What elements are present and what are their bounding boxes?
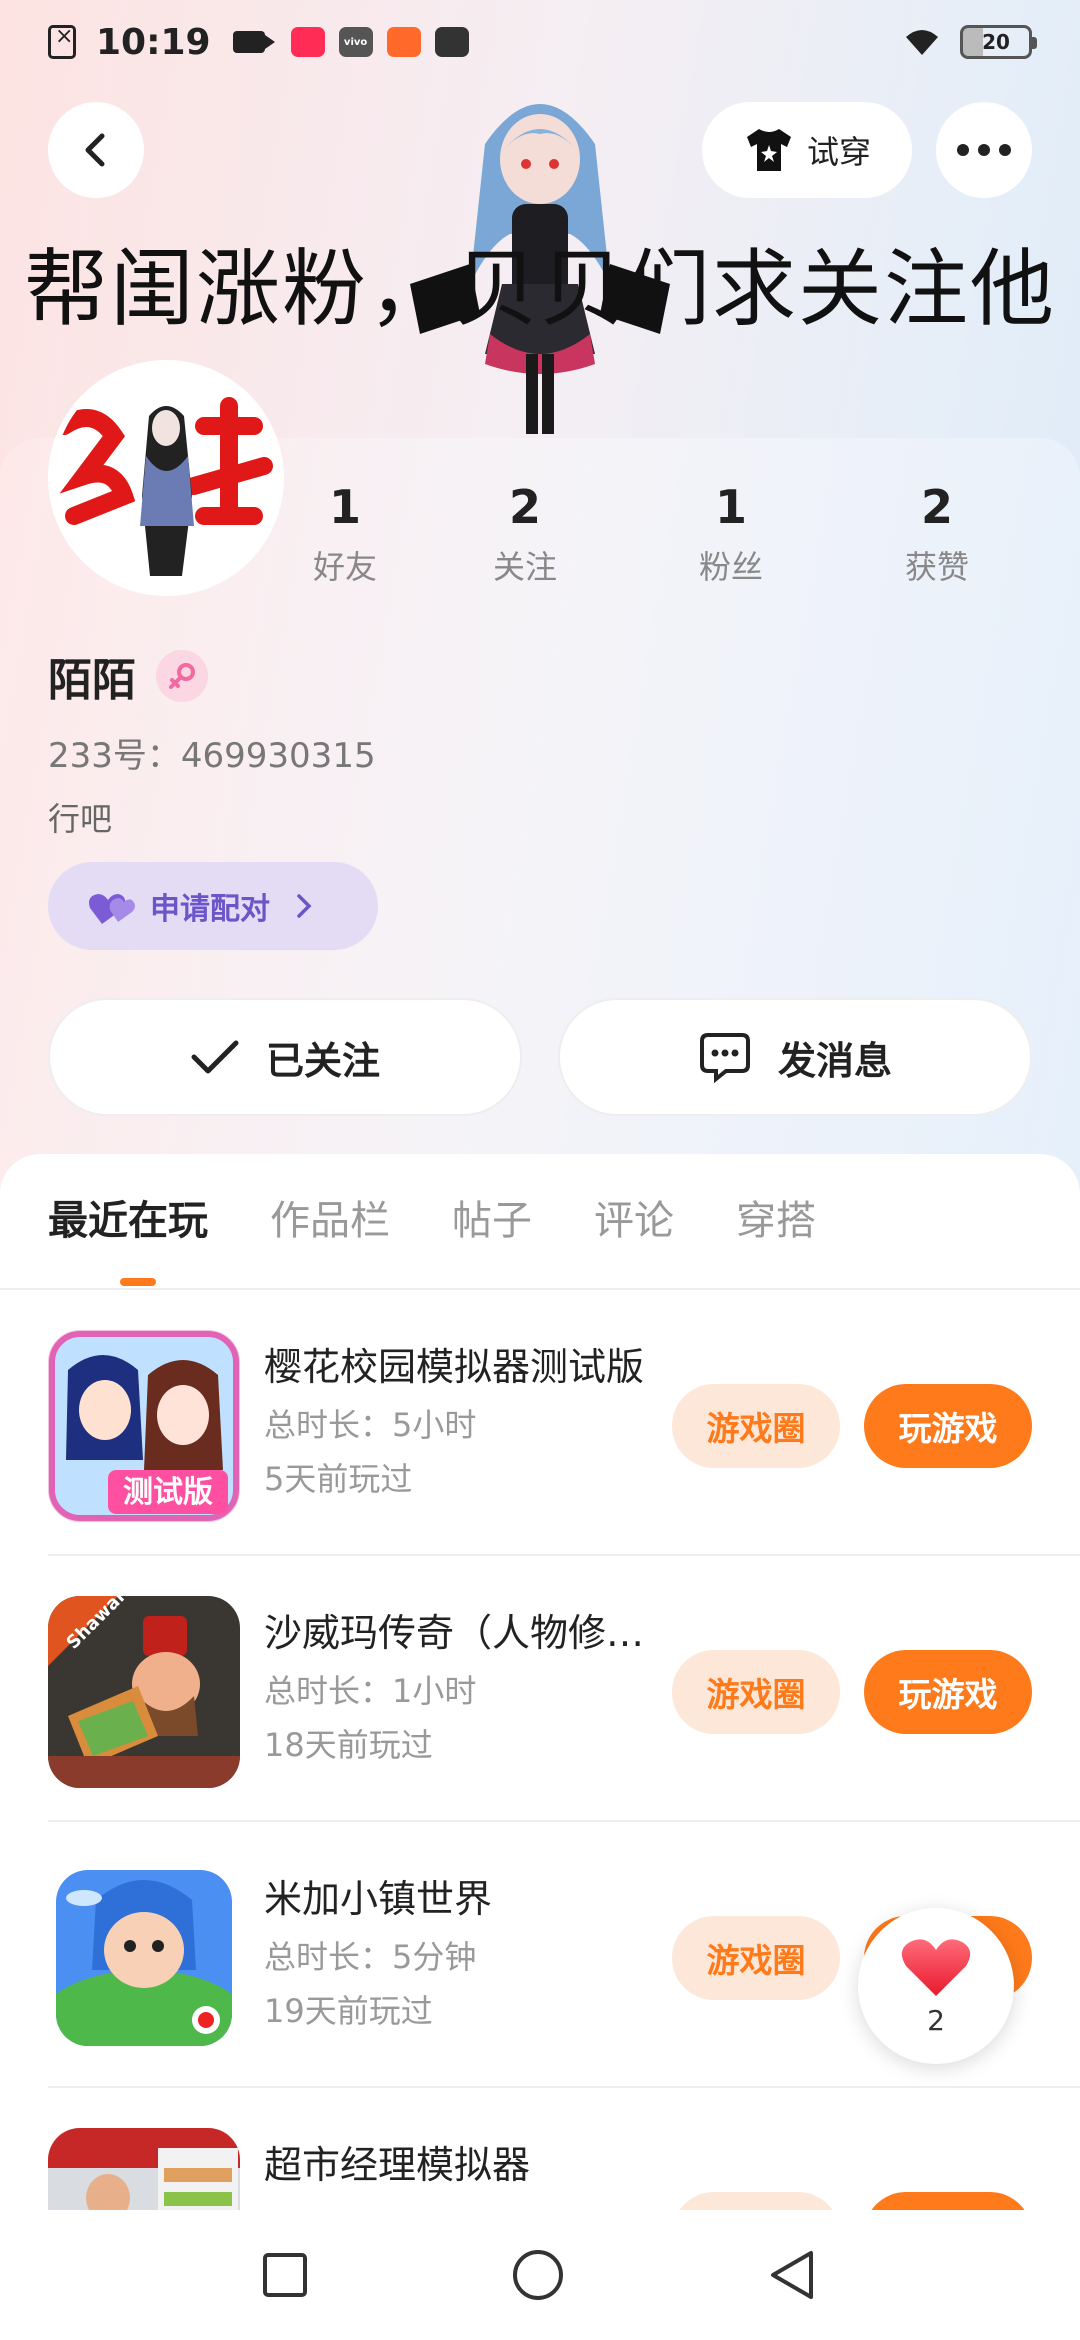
game-title: 樱花校园模拟器测试版 <box>264 1345 645 1389</box>
followed-button[interactable]: 已关注 <box>48 998 522 1116</box>
user-avatar[interactable] <box>48 360 284 596</box>
stat-friends-label: 好友 <box>312 548 377 586</box>
game-duration: 总时长：5小时 <box>264 1406 477 1444</box>
stat-following-count: 2 <box>508 480 541 534</box>
battery-level: 20 <box>982 30 1010 54</box>
play-game-button[interactable]: 玩游戏 <box>864 1650 1032 1734</box>
stat-fans-label: 粉丝 <box>698 548 763 586</box>
like-count: 2 <box>927 2003 945 2037</box>
battery-icon: 20 <box>960 25 1037 59</box>
name-row: 陌陌 <box>48 644 208 708</box>
content-panel: 最近在玩 作品栏 帖子 评论 穿搭 测试版 樱花校园模拟器测试版 总时长：5小时… <box>0 1154 1080 2284</box>
tshirt-icon <box>746 129 791 171</box>
active-tab-indicator <box>120 1278 156 1286</box>
user-bio: 行吧 <box>48 800 113 838</box>
game-circle-button[interactable]: 游戏圈 <box>672 1650 840 1734</box>
stat-likes[interactable]: 2 获赞 <box>862 480 1012 588</box>
game-circle-button[interactable]: 游戏圈 <box>672 1384 840 1468</box>
stat-friends[interactable]: 1 好友 <box>270 480 420 588</box>
recents-square-icon[interactable] <box>261 2251 309 2299</box>
user-name: 陌陌 <box>48 655 136 706</box>
game-last-played: 18天前玩过 <box>264 1726 433 1764</box>
chevron-left-icon <box>85 133 105 167</box>
user-id: 233号：469930315 <box>48 736 376 776</box>
game-duration: 总时长：5分钟 <box>264 1938 477 1976</box>
game-duration: 总时长：1小时 <box>264 1672 477 1710</box>
profile-stats: 1 好友 2 关注 1 粉丝 2 获赞 <box>300 480 1060 588</box>
female-gender-icon <box>156 650 208 702</box>
no-sim-icon <box>48 24 76 59</box>
video-camera-icon <box>232 31 275 53</box>
shopping-app-icon <box>290 27 325 57</box>
chevron-right-icon <box>297 894 312 918</box>
stat-following[interactable]: 2 关注 <box>450 480 600 588</box>
request-pair-button[interactable]: 申请配对 <box>48 862 378 950</box>
game-title: 沙威玛传奇（人物修改版） <box>264 1611 654 1655</box>
orange-app-icon <box>386 27 421 57</box>
back-triangle-icon[interactable] <box>767 2249 819 2301</box>
stat-following-label: 关注 <box>492 548 557 586</box>
game-last-played: 5天前玩过 <box>264 1460 413 1498</box>
avatar-image <box>54 366 278 590</box>
vivo-app-icon: vivo <box>338 27 373 57</box>
status-time: 10:19 <box>96 21 211 63</box>
tab-works[interactable]: 作品栏 <box>270 1188 390 1246</box>
request-pair-label: 申请配对 <box>150 892 270 927</box>
game-last-played: 19天前玩过 <box>264 1992 433 2030</box>
stat-friends-count: 1 <box>328 480 361 534</box>
game-icon[interactable]: 测试版 <box>48 1330 240 1522</box>
tab-comments[interactable]: 评论 <box>594 1188 674 1246</box>
game-icon[interactable] <box>48 2128 240 2218</box>
game-list-item[interactable]: 测试版 樱花校园模拟器测试版 总时长：5小时 5天前玩过 游戏圈 玩游戏 <box>0 1290 1080 1556</box>
heart-icon <box>901 1938 971 1996</box>
checkmark-icon <box>191 1040 239 1074</box>
game-icon-badge: 测试版 <box>123 1475 213 1510</box>
tab-outfits[interactable]: 穿搭 <box>736 1188 816 1246</box>
game-icon[interactable] <box>56 1870 232 2046</box>
more-options-button[interactable] <box>936 102 1032 198</box>
stat-likes-count: 2 <box>920 480 953 534</box>
profile-tabs: 最近在玩 作品栏 帖子 评论 穿搭 <box>48 1188 816 1246</box>
game-title: 超市经理模拟器 <box>264 2143 531 2187</box>
game-circle-button[interactable]: 游戏圈 <box>672 1916 840 2000</box>
stat-fans[interactable]: 1 粉丝 <box>656 480 806 588</box>
status-bar: 10:19 vivo 20 <box>0 0 1080 84</box>
game-title: 米加小镇世界 <box>264 1877 493 1921</box>
home-circle-icon[interactable] <box>511 2248 565 2302</box>
play-game-button[interactable]: 玩游戏 <box>864 1384 1032 1468</box>
wifi-icon <box>906 30 938 55</box>
try-on-button[interactable]: 试穿 <box>702 102 912 198</box>
bag-app-icon <box>434 27 469 57</box>
back-button[interactable] <box>48 102 144 198</box>
followed-label: 已关注 <box>265 1038 380 1083</box>
game-icon[interactable]: Shawarma <box>48 1596 240 1788</box>
try-on-label: 试穿 <box>806 133 871 171</box>
tab-recently-played[interactable]: 最近在玩 <box>48 1188 208 1246</box>
more-dots-icon <box>957 144 1011 156</box>
send-message-button[interactable]: 发消息 <box>558 998 1032 1116</box>
profile-banner-text: 帮闺涨粉，贝贝们求关注他 <box>23 240 1056 338</box>
chat-bubble-icon <box>699 1033 750 1083</box>
system-nav-bar <box>0 2210 1080 2340</box>
tab-posts[interactable]: 帖子 <box>452 1188 532 1246</box>
send-message-label: 发消息 <box>777 1038 892 1083</box>
stat-likes-label: 获赞 <box>904 548 969 586</box>
game-list-item[interactable]: 超市经理模拟器 <box>0 2088 1080 2218</box>
stat-fans-count: 1 <box>714 480 747 534</box>
double-heart-icon <box>89 894 135 924</box>
game-list-item[interactable]: Shawarma 沙威玛传奇（人物修改版） 总时长：1小时 18天前玩过 游戏圈… <box>0 1556 1080 1822</box>
like-float-button[interactable]: 2 <box>858 1908 1014 2064</box>
